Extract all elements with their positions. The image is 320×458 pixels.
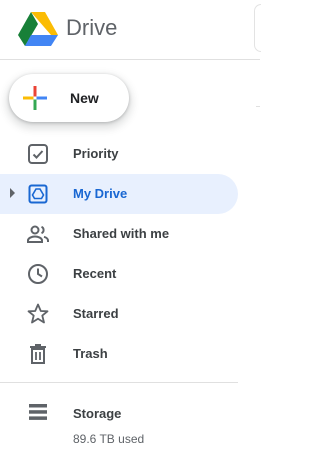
recent-clock-icon: [28, 264, 48, 284]
toolbar-divider-edge: [256, 106, 260, 107]
search-bar-edge[interactable]: [254, 4, 261, 52]
sidebar-item-label: Shared with me: [73, 226, 170, 241]
storage-icon: [29, 404, 47, 420]
new-button[interactable]: New: [9, 74, 129, 122]
app-header: Drive: [0, 0, 260, 58]
trash-icon: [30, 344, 46, 364]
plus-icon: [23, 86, 47, 110]
sidebar-item-recent[interactable]: Recent: [0, 254, 238, 294]
sidebar-item-label: My Drive: [73, 186, 128, 201]
sidebar-item-label: Priority: [73, 146, 119, 161]
drive-logo-icon[interactable]: [18, 11, 58, 47]
app-title: Drive: [66, 15, 118, 40]
priority-icon: [28, 144, 48, 164]
sidebar-item-label: Starred: [73, 306, 119, 321]
sidebar-item-storage[interactable]: Storage 89.6 TB used: [0, 392, 238, 452]
storage-used-text: 89.6 TB used: [73, 432, 145, 446]
sidebar-item-shared-with-me[interactable]: Shared with me: [0, 214, 238, 254]
sidebar-item-trash[interactable]: Trash: [0, 334, 238, 374]
expand-arrow-icon[interactable]: [10, 188, 15, 198]
star-icon: [27, 303, 49, 324]
sidebar-item-priority[interactable]: Priority: [0, 134, 238, 174]
sidebar-item-my-drive[interactable]: My Drive: [0, 174, 238, 214]
sidebar-item-starred[interactable]: Starred: [0, 294, 238, 334]
shared-with-me-icon: [27, 225, 49, 243]
header-divider: [0, 59, 260, 60]
my-drive-icon: [28, 184, 48, 204]
new-button-label: New: [70, 90, 99, 106]
storage-label: Storage: [73, 406, 122, 421]
sidebar-divider: [0, 382, 238, 383]
sidebar-item-label: Trash: [73, 346, 108, 361]
sidebar-item-label: Recent: [73, 266, 117, 281]
